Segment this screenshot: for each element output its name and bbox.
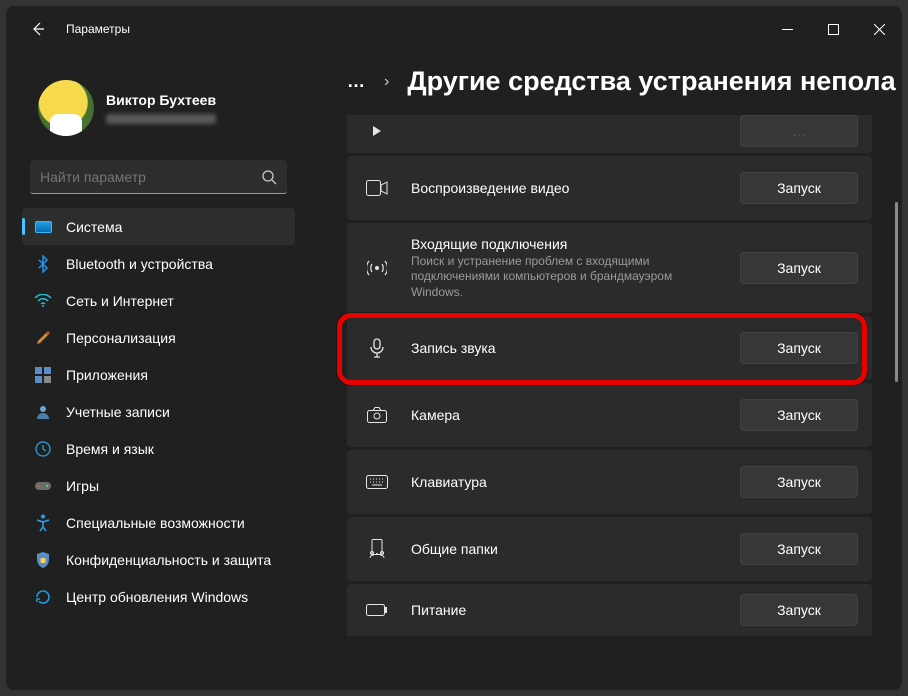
nav-apps[interactable]: Приложения	[22, 356, 295, 393]
row-title: Воспроизведение видео	[411, 180, 724, 196]
row-title: Запись звука	[411, 340, 724, 356]
sidebar: Виктор Бухтеев Система Bluetooth и устро…	[6, 52, 311, 690]
back-button[interactable]	[18, 9, 58, 49]
troubleshooter-shared-folders: Общие папки Запуск	[347, 517, 872, 581]
camera-icon	[359, 407, 395, 423]
nav-gaming[interactable]: Игры	[22, 467, 295, 504]
apps-icon	[34, 366, 52, 384]
nav-accounts[interactable]: Учетные записи	[22, 393, 295, 430]
nav-privacy[interactable]: Конфиденциальность и защита	[22, 541, 295, 578]
run-button[interactable]: Запуск	[740, 594, 858, 626]
video-icon	[359, 180, 395, 196]
row-title: Камера	[411, 407, 724, 423]
nav-windows-update[interactable]: Центр обновления Windows	[22, 578, 295, 615]
account-icon	[34, 403, 52, 421]
row-title: Питание	[411, 602, 724, 618]
profile-text: Виктор Бухтеев	[106, 92, 216, 124]
gamepad-icon	[34, 477, 52, 495]
body: Виктор Бухтеев Система Bluetooth и устро…	[6, 52, 902, 690]
run-button[interactable]: Запуск	[740, 332, 858, 364]
nav-label: Конфиденциальность и защита	[66, 552, 271, 568]
scrollbar[interactable]	[895, 162, 898, 670]
nav-time-language[interactable]: Время и язык	[22, 430, 295, 467]
minimize-icon	[782, 24, 793, 35]
bluetooth-icon	[34, 255, 52, 273]
shield-icon	[34, 551, 52, 569]
run-button[interactable]: …	[740, 115, 858, 147]
keyboard-icon	[359, 475, 395, 489]
system-icon	[34, 218, 52, 236]
profile-email-redacted	[106, 114, 216, 124]
close-button[interactable]	[856, 11, 902, 47]
run-button[interactable]: Запуск	[740, 466, 858, 498]
nav-label: Сеть и Интернет	[66, 293, 174, 309]
maximize-button[interactable]	[810, 11, 856, 47]
avatar	[38, 80, 94, 136]
window-title: Параметры	[66, 22, 130, 36]
run-button[interactable]: Запуск	[740, 533, 858, 565]
update-icon	[34, 588, 52, 606]
troubleshooter-camera: Камера Запуск	[347, 383, 872, 447]
wifi-icon	[34, 292, 52, 310]
nav-label: Персонализация	[66, 330, 176, 346]
troubleshooter-list: … Воспроизведение видео Запуск Входящие …	[311, 115, 902, 690]
accessibility-icon	[34, 514, 52, 532]
troubleshooter-row-partial: …	[347, 115, 872, 153]
shared-folder-icon	[359, 539, 395, 559]
maximize-icon	[828, 24, 839, 35]
run-button[interactable]: Запуск	[740, 252, 858, 284]
nav-label: Игры	[66, 478, 99, 494]
chevron-right-icon: ›	[384, 73, 389, 91]
row-title: Входящие подключения	[411, 236, 724, 252]
clock-icon	[34, 440, 52, 458]
main-area: … › Другие средства устранения непола … …	[311, 52, 902, 690]
close-icon	[874, 24, 885, 35]
troubleshooter-keyboard: Клавиатура Запуск	[347, 450, 872, 514]
nav-label: Bluetooth и устройства	[66, 256, 213, 272]
nav-network[interactable]: Сеть и Интернет	[22, 282, 295, 319]
nav-system[interactable]: Система	[22, 208, 295, 245]
arrow-left-icon	[30, 21, 46, 37]
nav-label: Учетные записи	[66, 404, 170, 420]
nav: Система Bluetooth и устройства Сеть и Ин…	[14, 208, 303, 615]
nav-label: Специальные возможности	[66, 515, 245, 531]
titlebar: Параметры	[6, 6, 902, 52]
microphone-icon	[359, 338, 395, 358]
breadcrumb-more[interactable]: …	[347, 71, 366, 92]
nav-bluetooth[interactable]: Bluetooth и устройства	[22, 245, 295, 282]
nav-label: Приложения	[66, 367, 148, 383]
battery-icon	[359, 604, 395, 616]
nav-personalization[interactable]: Персонализация	[22, 319, 295, 356]
troubleshooter-power: Питание Запуск	[347, 584, 872, 636]
brush-icon	[34, 329, 52, 347]
profile-block[interactable]: Виктор Бухтеев	[14, 52, 303, 156]
troubleshooter-incoming-connections: Входящие подключения Поиск и устранение …	[347, 223, 872, 313]
signal-icon	[359, 258, 395, 278]
breadcrumb: … › Другие средства устранения непола	[311, 52, 902, 115]
minimize-button[interactable]	[764, 11, 810, 47]
nav-label: Центр обновления Windows	[66, 589, 248, 605]
profile-name: Виктор Бухтеев	[106, 92, 216, 108]
play-icon	[359, 123, 395, 139]
row-description: Поиск и устранение проблем с входящими п…	[411, 254, 711, 301]
page-title: Другие средства устранения непола	[407, 66, 895, 97]
run-button[interactable]: Запуск	[740, 399, 858, 431]
troubleshooter-video-playback: Воспроизведение видео Запуск	[347, 156, 872, 220]
search-input[interactable]	[40, 169, 261, 185]
row-title: Клавиатура	[411, 474, 724, 490]
nav-accessibility[interactable]: Специальные возможности	[22, 504, 295, 541]
settings-window: Параметры Виктор Бухтеев	[6, 6, 902, 690]
search-box[interactable]	[30, 160, 287, 194]
scrollbar-thumb[interactable]	[895, 202, 898, 382]
troubleshooter-audio-recording: Запись звука Запуск	[347, 316, 872, 380]
nav-label: Время и язык	[66, 441, 154, 457]
row-title: Общие папки	[411, 541, 724, 557]
run-button[interactable]: Запуск	[740, 172, 858, 204]
search-icon	[261, 169, 277, 185]
window-controls	[764, 11, 902, 47]
nav-label: Система	[66, 219, 122, 235]
